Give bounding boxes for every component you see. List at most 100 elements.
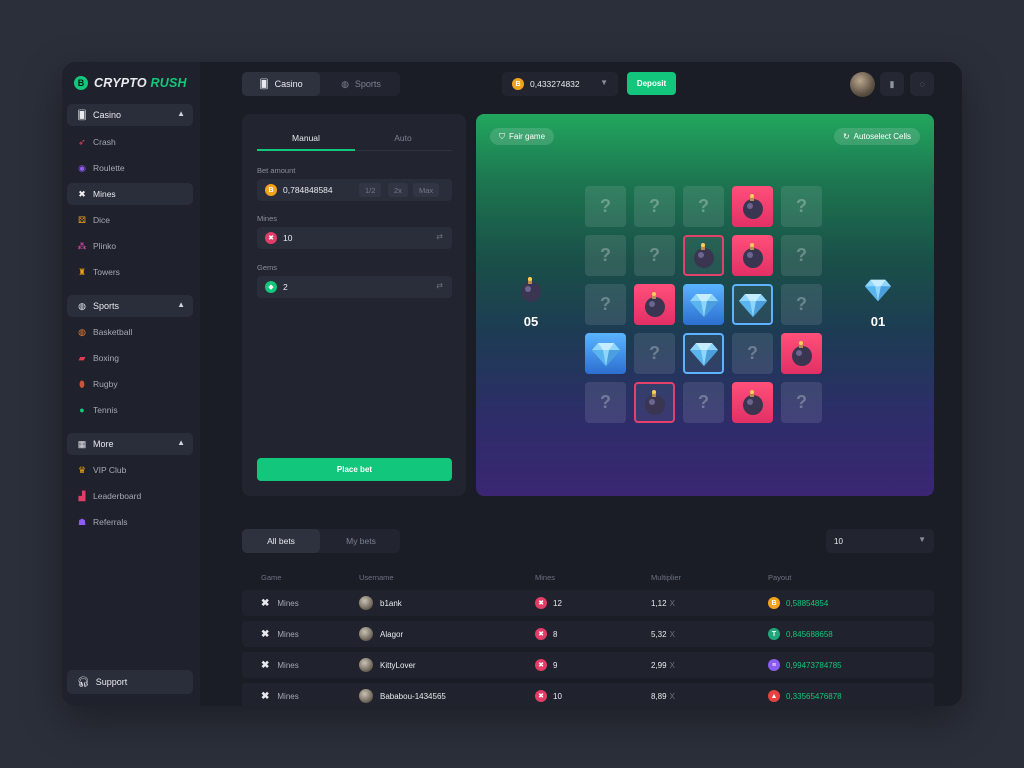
avatar: [359, 627, 373, 641]
grid-cell[interactable]: ?: [585, 284, 626, 325]
mines-icon: ✖: [265, 232, 277, 244]
table-row[interactable]: ✖ Mines KittyLover ✖ 9 2,99 X ≡ 0,99473784785: [242, 652, 934, 678]
grid-cell[interactable]: ?: [781, 284, 822, 325]
grid-cell[interactable]: [732, 186, 773, 227]
table-row[interactable]: ✖ Mines Bababou-1434565 ✖ 10 8,89 X ▲ 0,33565476…: [242, 683, 934, 706]
sidebar-item-crash[interactable]: ➶ Crash: [67, 131, 193, 153]
swap-icon[interactable]: ⇄: [436, 281, 443, 290]
sidebar-item-towers[interactable]: ♜ Towers: [67, 261, 193, 283]
sidebar-item-basketball[interactable]: ◍ Basketball: [67, 321, 193, 343]
sidebar-section-more[interactable]: ▦ More ▲: [67, 433, 193, 455]
cell-multiplier: 1,12 X: [651, 598, 675, 608]
grid-cell[interactable]: [732, 284, 773, 325]
tab-sports[interactable]: ◍ Sports: [322, 72, 400, 96]
sidebar-item-leaderboard[interactable]: ▟ Leaderboard: [67, 485, 193, 507]
tab-casino[interactable]: 🂠 Casino: [242, 72, 320, 96]
sidebar-section-casino[interactable]: 🂠 Casino ▲: [67, 104, 193, 126]
ball-icon: ◍: [78, 300, 86, 311]
mines-field[interactable]: ✖ 10 ⇄: [257, 227, 452, 249]
cell-multiplier: 5,32 X: [651, 629, 675, 639]
bomb-icon: [740, 242, 766, 270]
table-row[interactable]: ✖ Mines b1ank ✖ 12 1,12 X B 0,58854854: [242, 590, 934, 616]
mines-icon: ✖: [261, 597, 270, 609]
logo[interactable]: B CRYPTO RUSH: [74, 74, 187, 92]
bet-amount-field[interactable]: B 0,784848584 1/2 2x Max: [257, 179, 452, 201]
balance-selector[interactable]: B 0,433274832 ▼: [502, 72, 618, 96]
tab-auto[interactable]: Auto: [354, 126, 452, 150]
half-button[interactable]: 1/2: [359, 183, 382, 197]
sidebar-item-mines[interactable]: ✖ Mines: [67, 183, 193, 205]
chat-icon[interactable]: ◌: [910, 72, 934, 96]
cell-game: ✖ Mines: [261, 628, 299, 640]
grid-cell[interactable]: [732, 235, 773, 276]
grid-cell[interactable]: ?: [781, 186, 822, 227]
fair-game-button[interactable]: ⛉ Fair game: [490, 128, 555, 145]
cell-mines: ✖ 10: [535, 683, 562, 706]
rugby-icon: ⬮: [79, 378, 85, 389]
grid-cell[interactable]: [732, 382, 773, 423]
grid-cell[interactable]: ?: [585, 235, 626, 276]
grid-cell[interactable]: ?: [732, 333, 773, 374]
double-button[interactable]: 2x: [388, 183, 408, 197]
question-mark-icon: ?: [649, 245, 660, 265]
gems-count: 01: [870, 314, 886, 329]
grid-cell[interactable]: ?: [634, 333, 675, 374]
sidebar-item-referrals[interactable]: ☗ Referrals: [67, 511, 193, 533]
chevron-up-icon: ▲: [177, 438, 185, 447]
gems-field[interactable]: ◆ 2 ⇄: [257, 276, 452, 298]
grid-cell[interactable]: [634, 284, 675, 325]
max-button[interactable]: Max: [413, 183, 440, 197]
sidebar-item-roulette[interactable]: ◉ Roulette: [67, 157, 193, 179]
bitcoin-icon: B: [512, 78, 524, 90]
avatar[interactable]: [850, 72, 875, 97]
sidebar-item-tennis[interactable]: ● Tennis: [67, 399, 193, 421]
mines-icon: ✖: [535, 690, 547, 702]
chevron-down-icon: ▼: [600, 78, 608, 87]
bet-amount-label: Bet amount: [257, 166, 296, 175]
sidebar-section-sports[interactable]: ◍ Sports ▲: [67, 295, 193, 317]
grid-cell[interactable]: ?: [781, 382, 822, 423]
btc-coin-icon: B: [768, 597, 780, 609]
question-mark-icon: ?: [600, 392, 611, 412]
sidebar-item-plinko[interactable]: ⁂ Plinko: [67, 235, 193, 257]
grid-cell[interactable]: ?: [683, 186, 724, 227]
sidebar: B CRYPTO RUSH 🂠 Casino ▲ ➶ Crash ◉ Roule…: [62, 62, 200, 706]
grid-cell[interactable]: ?: [585, 186, 626, 227]
sidebar-item-rugby[interactable]: ⬮ Rugby: [67, 373, 193, 395]
table-row[interactable]: ✖ Mines Alagor ✖ 8 5,32 X T 0,845688658: [242, 621, 934, 647]
grid-cell[interactable]: [634, 382, 675, 423]
bitcoin-icon: B: [265, 184, 277, 196]
grid-cell[interactable]: ?: [634, 186, 675, 227]
grid-cell[interactable]: ?: [781, 235, 822, 276]
grid-cell[interactable]: [683, 333, 724, 374]
sidebar-item-boxing[interactable]: ▰ Boxing: [67, 347, 193, 369]
autoselect-button[interactable]: ↻ Autoselect Cells: [833, 128, 920, 145]
column-header-multiplier: Multiplier: [651, 573, 682, 582]
column-header-game: Game: [261, 573, 282, 582]
cell-multiplier: 8,89 X: [651, 691, 675, 701]
grid-cell[interactable]: [683, 235, 724, 276]
place-bet-button[interactable]: Place bet: [257, 458, 452, 481]
grid-cell[interactable]: [585, 333, 626, 374]
tab-my-bets[interactable]: My bets: [322, 529, 400, 553]
sidebar-item-dice[interactable]: ⚄ Dice: [67, 209, 193, 231]
gem-icon: [591, 341, 621, 367]
grid-cell[interactable]: [683, 284, 724, 325]
gem-icon: ◆: [265, 281, 277, 293]
grid-cell[interactable]: ?: [683, 382, 724, 423]
tab-manual[interactable]: Manual: [257, 126, 355, 150]
rows-count-select[interactable]: 10 ▼: [826, 529, 934, 553]
plinko-icon: ⁂: [77, 240, 87, 251]
cell-mines: ✖ 9: [535, 652, 557, 678]
sidebar-item-vip-club[interactable]: ♛ VIP Club: [67, 459, 193, 481]
grid-cell[interactable]: ?: [585, 382, 626, 423]
deposit-button[interactable]: Deposit: [627, 72, 676, 95]
cell-username: Alagor: [359, 621, 403, 647]
tab-all-bets[interactable]: All bets: [242, 529, 320, 553]
notifications-icon[interactable]: ▮: [880, 72, 904, 96]
grid-cell[interactable]: [781, 333, 822, 374]
grid-cell[interactable]: ?: [634, 235, 675, 276]
shield-icon: ⛉: [499, 131, 505, 141]
support-button[interactable]: 🎧︎ Support: [67, 670, 193, 694]
swap-icon[interactable]: ⇄: [436, 232, 443, 241]
